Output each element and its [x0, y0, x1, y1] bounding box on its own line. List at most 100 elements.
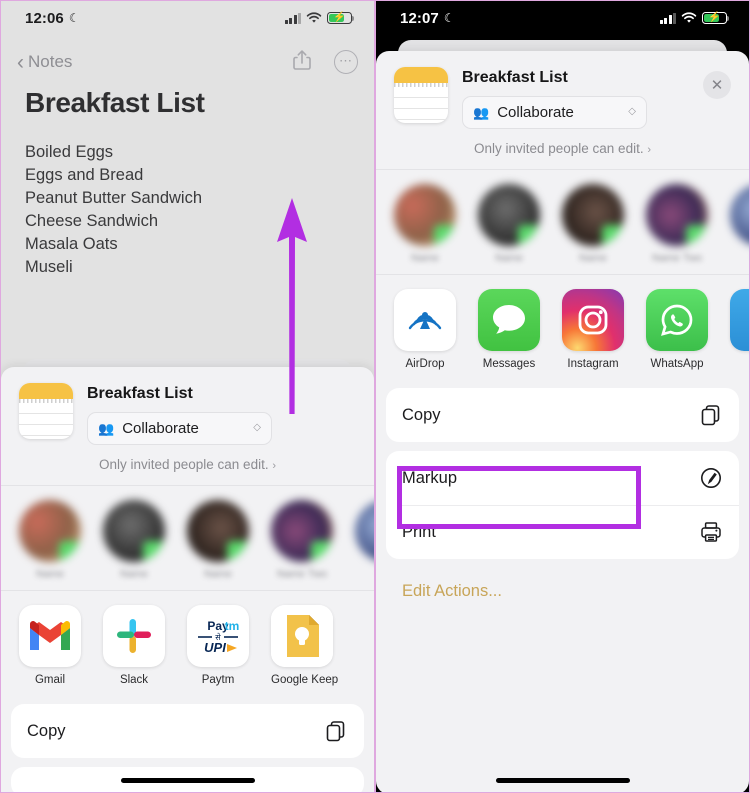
messages-badge-icon	[227, 541, 249, 562]
notes-app-icon	[19, 383, 73, 439]
two-people-icon: 👥	[98, 421, 115, 436]
share-sheet: Breakfast List 👥 Collaborate ◇ ✕ Only in…	[376, 51, 749, 792]
two-people-icon: 👥	[473, 105, 490, 120]
share-target-telegram[interactable]: T	[730, 289, 749, 370]
apps-row[interactable]: AirDrop Messages Instagram WhatsApp	[376, 275, 749, 380]
messages-icon	[478, 289, 540, 351]
svg-text:tm: tm	[225, 619, 240, 633]
collaborate-dropdown[interactable]: 👥 Collaborate ◇	[87, 412, 272, 445]
list-item[interactable]: Name	[562, 184, 624, 264]
share-target-gmail[interactable]: Gmail	[19, 605, 81, 686]
google-keep-icon	[271, 605, 333, 667]
gmail-icon	[19, 605, 81, 667]
app-label: Slack	[119, 674, 149, 686]
home-indicator	[120, 778, 255, 783]
page-title: Breakfast List	[25, 87, 205, 118]
chevron-right-icon: ›	[647, 144, 652, 156]
messages-badge-icon	[686, 225, 708, 246]
contact-name: Name	[494, 252, 523, 264]
apps-row[interactable]: Gmail Slack Pay tm से UPI Paytm Google K…	[1, 591, 374, 696]
app-label: Gmail	[34, 674, 66, 686]
copy-icon	[324, 719, 348, 743]
status-bar: 12:06 ☾ ⚡	[1, 1, 374, 35]
telegram-icon	[730, 289, 749, 351]
permission-note[interactable]: Only invited people can edit. ›	[376, 141, 749, 169]
messages-badge-icon	[311, 541, 333, 562]
instagram-icon	[562, 289, 624, 351]
messages-badge-icon	[59, 541, 81, 562]
collaborate-dropdown[interactable]: 👥 Collaborate ◇	[462, 96, 647, 129]
contact-name: Name	[578, 252, 607, 264]
messages-badge-icon	[143, 541, 165, 562]
share-target-google-keep[interactable]: Google Keep	[271, 605, 339, 686]
action-group: Copy	[386, 388, 739, 442]
close-icon[interactable]: ✕	[703, 71, 731, 99]
chevron-left-icon: ‹	[17, 50, 24, 74]
whatsapp-icon	[646, 289, 708, 351]
note-line: Eggs and Bread	[25, 166, 144, 184]
list-item[interactable]: Nm	[355, 500, 374, 580]
battery-charging-icon: ⚡	[327, 11, 355, 25]
home-indicator	[495, 778, 630, 783]
collaborate-label: Collaborate	[122, 420, 199, 437]
action-label: Copy	[27, 721, 66, 740]
share-icon[interactable]	[292, 48, 312, 77]
contacts-row[interactable]: Name Name Name Name Two Nm	[376, 170, 749, 274]
contact-name: Nm	[730, 252, 749, 264]
app-label: Messages	[482, 358, 536, 370]
cellular-bars-icon	[659, 12, 676, 24]
action-print[interactable]: Print	[386, 505, 739, 559]
share-target-instagram[interactable]: Instagram	[562, 289, 624, 370]
list-item[interactable]: Name	[394, 184, 456, 264]
contact-name: Name	[35, 568, 64, 580]
messages-badge-icon	[434, 225, 456, 246]
app-label: Google Keep	[271, 674, 339, 686]
contact-name: Name Two	[652, 252, 702, 264]
actions-list: Copy Markup Print Edit Actions...	[376, 380, 749, 601]
action-markup[interactable]: Markup	[386, 451, 739, 505]
share-target-airdrop[interactable]: AirDrop	[394, 289, 456, 370]
action-label: Markup	[402, 468, 458, 487]
share-target-messages[interactable]: Messages	[478, 289, 540, 370]
list-item[interactable]: Nm	[730, 184, 749, 264]
chevron-updown-icon: ◇	[628, 106, 636, 118]
list-item[interactable]: Name	[478, 184, 540, 264]
contact-name: Name	[119, 568, 148, 580]
action-copy[interactable]: Copy	[11, 704, 364, 758]
action-group: Copy	[11, 704, 364, 758]
app-label: Instagram	[567, 358, 619, 370]
list-item[interactable]: Name	[19, 500, 81, 580]
back-button-label: Notes	[28, 52, 73, 71]
back-to-notes-button[interactable]: ‹ Notes	[17, 52, 72, 73]
list-item[interactable]: Name	[103, 500, 165, 580]
wifi-icon	[306, 12, 322, 24]
app-label: AirDrop	[405, 358, 445, 370]
left-phone-screen: 12:06 ☾ ⚡ ‹ Notes ⋯ Breakfast List Boile…	[0, 0, 375, 793]
list-item[interactable]: Name	[187, 500, 249, 580]
battery-charging-icon: ⚡	[702, 11, 730, 25]
edit-actions-button[interactable]: Edit Actions...	[386, 568, 739, 601]
app-label: WhatsApp	[650, 358, 704, 370]
permission-note[interactable]: Only invited people can edit. ›	[1, 457, 374, 485]
printer-icon	[699, 520, 723, 544]
action-copy[interactable]: Copy	[386, 388, 739, 442]
action-label: Copy	[402, 405, 441, 424]
notes-app-icon	[394, 67, 448, 123]
right-phone-screen: 12:07 ☾ ⚡ Breakfast List 👥 Collaborate ◇…	[375, 0, 750, 793]
cellular-bars-icon	[284, 12, 301, 24]
status-bar: 12:07 ☾ ⚡	[376, 1, 749, 35]
list-item[interactable]: Name Two	[646, 184, 708, 264]
contact-name: Nm	[355, 568, 374, 580]
more-circle-icon[interactable]: ⋯	[334, 50, 358, 74]
messages-badge-icon	[518, 225, 540, 246]
copy-icon	[699, 403, 723, 427]
share-target-whatsapp[interactable]: WhatsApp	[646, 289, 708, 370]
collaborate-label: Collaborate	[497, 104, 574, 121]
permission-note-text: Only invited people can edit.	[98, 457, 269, 472]
share-target-paytm[interactable]: Pay tm से UPI Paytm	[187, 605, 249, 686]
markup-pen-icon	[699, 466, 723, 490]
list-item[interactable]: Name Two	[271, 500, 333, 580]
share-target-slack[interactable]: Slack	[103, 605, 165, 686]
wifi-icon	[681, 12, 697, 24]
contacts-row[interactable]: Name Name Name Name Two Nm	[1, 486, 374, 590]
